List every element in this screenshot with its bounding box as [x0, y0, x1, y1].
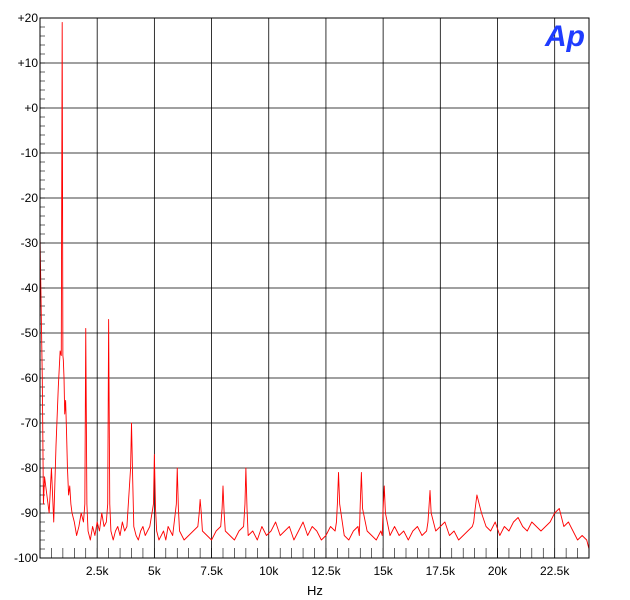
- x-tick-label: 15k: [373, 564, 393, 578]
- y-tick-label: -60: [21, 371, 39, 385]
- y-tick-label: -30: [21, 236, 39, 250]
- y-tick-label: -10: [21, 146, 39, 160]
- x-tick-label: 17.5k: [426, 564, 456, 578]
- y-tick-label: -50: [21, 326, 39, 340]
- x-tick-label: 10k: [259, 564, 279, 578]
- y-tick-label: -90: [21, 506, 39, 520]
- ap-logo: Ap: [544, 20, 585, 53]
- y-tick-label: -70: [21, 416, 39, 430]
- x-axis-label: Hz: [307, 583, 323, 598]
- x-tick-label: 2.5k: [86, 564, 110, 578]
- y-tick-label: +10: [18, 56, 39, 70]
- x-tick-label: 7.5k: [200, 564, 224, 578]
- x-tick-label: 12.5k: [311, 564, 341, 578]
- y-tick-label: +20: [18, 11, 39, 25]
- x-tick-label: 5k: [148, 564, 162, 578]
- spectrum-chart: +20+10+0-10-20-30-40-50-60-70-80-90-100 …: [0, 0, 630, 600]
- y-tick-label: -20: [21, 191, 39, 205]
- y-tick-label: -40: [21, 281, 39, 295]
- x-tick-label: 22.5k: [540, 564, 570, 578]
- y-tick-label: +0: [24, 101, 38, 115]
- y-tick-label: -100: [14, 551, 38, 565]
- x-tick-label: 20k: [488, 564, 508, 578]
- x-axis-ticks: 2.5k 5k 7.5k 10k 12.5k 15k 17.5k 20k 22.5k: [86, 564, 571, 578]
- chart-background: [0, 0, 630, 600]
- y-tick-label: -80: [21, 461, 39, 475]
